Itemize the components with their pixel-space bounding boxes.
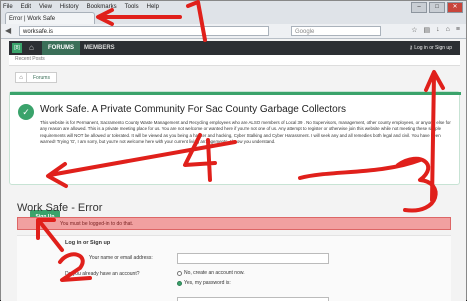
search-placeholder: Google (295, 29, 315, 35)
recent-posts-link[interactable]: Recent Posts (15, 56, 45, 62)
radio-password-label: Yes, my password is: (184, 280, 231, 286)
home-icon[interactable]: ⌂ (29, 43, 34, 52)
notice-body: This website is for Permanent, Sacrament… (40, 120, 451, 145)
radio-dot[interactable] (177, 270, 182, 276)
radio-create-label: No, create an account now. (184, 270, 245, 276)
browser-tab[interactable]: Error | Work Safe (5, 12, 95, 24)
breadcrumb-forums[interactable]: Forums (27, 72, 57, 83)
url-text: worksafe.is (23, 29, 54, 35)
menu-edit[interactable]: Edit (21, 4, 31, 10)
menu-help[interactable]: Help (147, 4, 159, 10)
menu-file[interactable]: File (3, 4, 13, 10)
account-question-label: Do you already have an account? (65, 271, 140, 277)
check-icon: ✓ (18, 104, 34, 120)
menu-tools[interactable]: Tools (125, 4, 139, 10)
search-input[interactable]: Google (291, 26, 381, 36)
tab-title: Error | Work Safe (9, 15, 56, 22)
menu-history[interactable]: History (60, 4, 79, 10)
email-field[interactable] (177, 253, 329, 264)
radio-has-password[interactable]: Yes, my password is: (177, 280, 231, 286)
menu-bar: File Edit View History Bookmarks Tools H… (3, 2, 183, 12)
web-page: [8] ⌂ FORUMS MEMBERS ⚷ Log in or Sign up… (1, 39, 466, 301)
notice-accent-bar (10, 92, 461, 95)
error-message: You must be logged-in to do that. (17, 217, 451, 230)
login-signup-link[interactable]: ⚷ Log in or Sign up (409, 41, 452, 55)
menu-icon[interactable]: ≡ (456, 26, 460, 34)
name-label: Your name or email address: (89, 255, 153, 261)
tab-members[interactable]: MEMBERS (84, 41, 115, 55)
page-title: Work Safe - Error (17, 202, 103, 214)
radio-create-account[interactable]: No, create an account now. (177, 270, 245, 276)
home-icon[interactable]: ⌂ (446, 26, 450, 34)
breadcrumb-home-icon[interactable]: ⌂ (15, 72, 27, 83)
new-tab-button[interactable]: + (99, 14, 108, 23)
navigation-bar: ◀ worksafe.is Google ☆ ▤ ↓ ⌂ ≡ (1, 24, 466, 39)
menu-view[interactable]: View (39, 4, 52, 10)
menu-bookmarks[interactable]: Bookmarks (87, 4, 117, 10)
minimize-button[interactable]: – (411, 2, 427, 13)
tab-forums[interactable]: FORUMS (42, 41, 80, 55)
star-icon[interactable]: ☆ (411, 26, 417, 34)
login-link-label: Log in or Sign up (414, 45, 452, 51)
password-field[interactable] (177, 297, 329, 301)
radio-dot-selected[interactable] (177, 280, 182, 286)
login-form: Log in or Sign up Your name or email add… (17, 235, 451, 301)
download-icon[interactable]: ↓ (436, 26, 440, 34)
site-logo[interactable]: [8] (12, 43, 22, 53)
url-bar[interactable]: worksafe.is (19, 26, 269, 36)
welcome-notice: ✓ Work Safe. A Private Community For Sac… (9, 91, 461, 225)
site-navigation: [8] ⌂ FORUMS MEMBERS ⚷ Log in or Sign up (9, 41, 460, 55)
browser-window: File Edit View History Bookmarks Tools H… (0, 0, 467, 301)
toolbar-icons: ☆ ▤ ↓ ⌂ ≡ (411, 26, 460, 34)
breadcrumb: ⌂ Forums (15, 72, 57, 83)
window-controls: – □ ✕ (411, 2, 463, 13)
login-heading: Log in or Sign up (65, 240, 111, 246)
close-button[interactable]: ✕ (447, 2, 463, 13)
bookmarks-icon[interactable]: ▤ (424, 26, 431, 34)
back-icon[interactable]: ◀ (5, 26, 11, 35)
sub-navigation: Recent Posts (9, 55, 460, 66)
notice-title: Work Safe. A Private Community For Sac C… (40, 104, 347, 115)
maximize-button[interactable]: □ (429, 2, 445, 13)
